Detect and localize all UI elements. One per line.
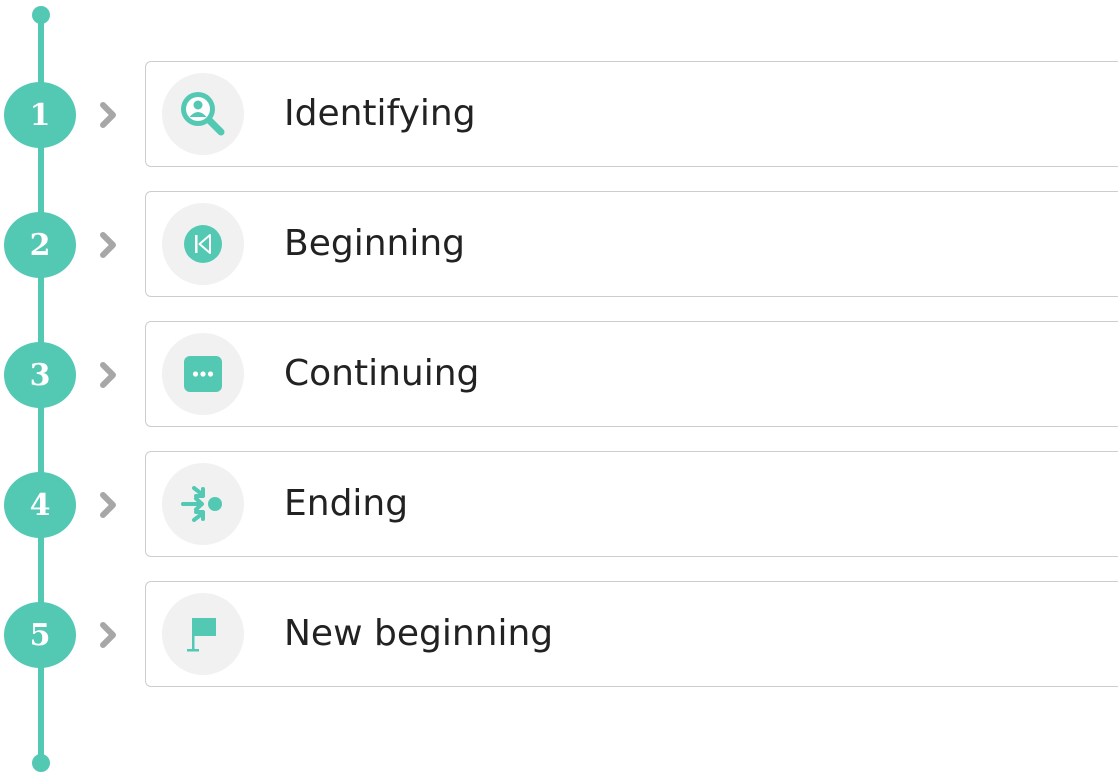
step-number-badge: 3: [4, 342, 76, 408]
timeline-end-dot: [32, 754, 50, 772]
step-card: Beginning: [145, 191, 1118, 297]
chevron-right-icon: [100, 362, 116, 388]
chevron-right-icon: [100, 492, 116, 518]
step-label: Identifying: [284, 93, 476, 134]
timeline-start-dot: [32, 6, 50, 24]
step-label: Ending: [284, 483, 409, 524]
skip-back-icon: [184, 225, 222, 263]
step-card: Identifying: [145, 61, 1118, 167]
more-dots-icon: [184, 356, 222, 392]
step-number-badge: 1: [4, 82, 76, 148]
step-label: Continuing: [284, 353, 480, 394]
step-card: Continuing: [145, 321, 1118, 427]
step-label: New beginning: [284, 613, 554, 654]
step-2: 2 Beginning: [0, 191, 1118, 299]
step-3: 3 Continuing: [0, 321, 1118, 429]
step-number-badge: 2: [4, 212, 76, 278]
chevron-right-icon: [100, 102, 116, 128]
flag-icon: [187, 618, 216, 652]
step-5: 5 New beginning: [0, 581, 1118, 689]
search-person-icon: [181, 92, 225, 136]
step-1: 1 Identifying: [0, 61, 1118, 169]
step-number-badge: 5: [4, 602, 76, 668]
step-label: Beginning: [284, 223, 466, 264]
converge-arrows-icon: [181, 486, 222, 522]
step-number-badge: 4: [4, 472, 76, 538]
step-card: New beginning: [145, 581, 1118, 687]
chevron-right-icon: [100, 232, 116, 258]
step-card: Ending: [145, 451, 1118, 557]
chevron-right-icon: [100, 622, 116, 648]
step-4: 4 Ending: [0, 451, 1118, 559]
